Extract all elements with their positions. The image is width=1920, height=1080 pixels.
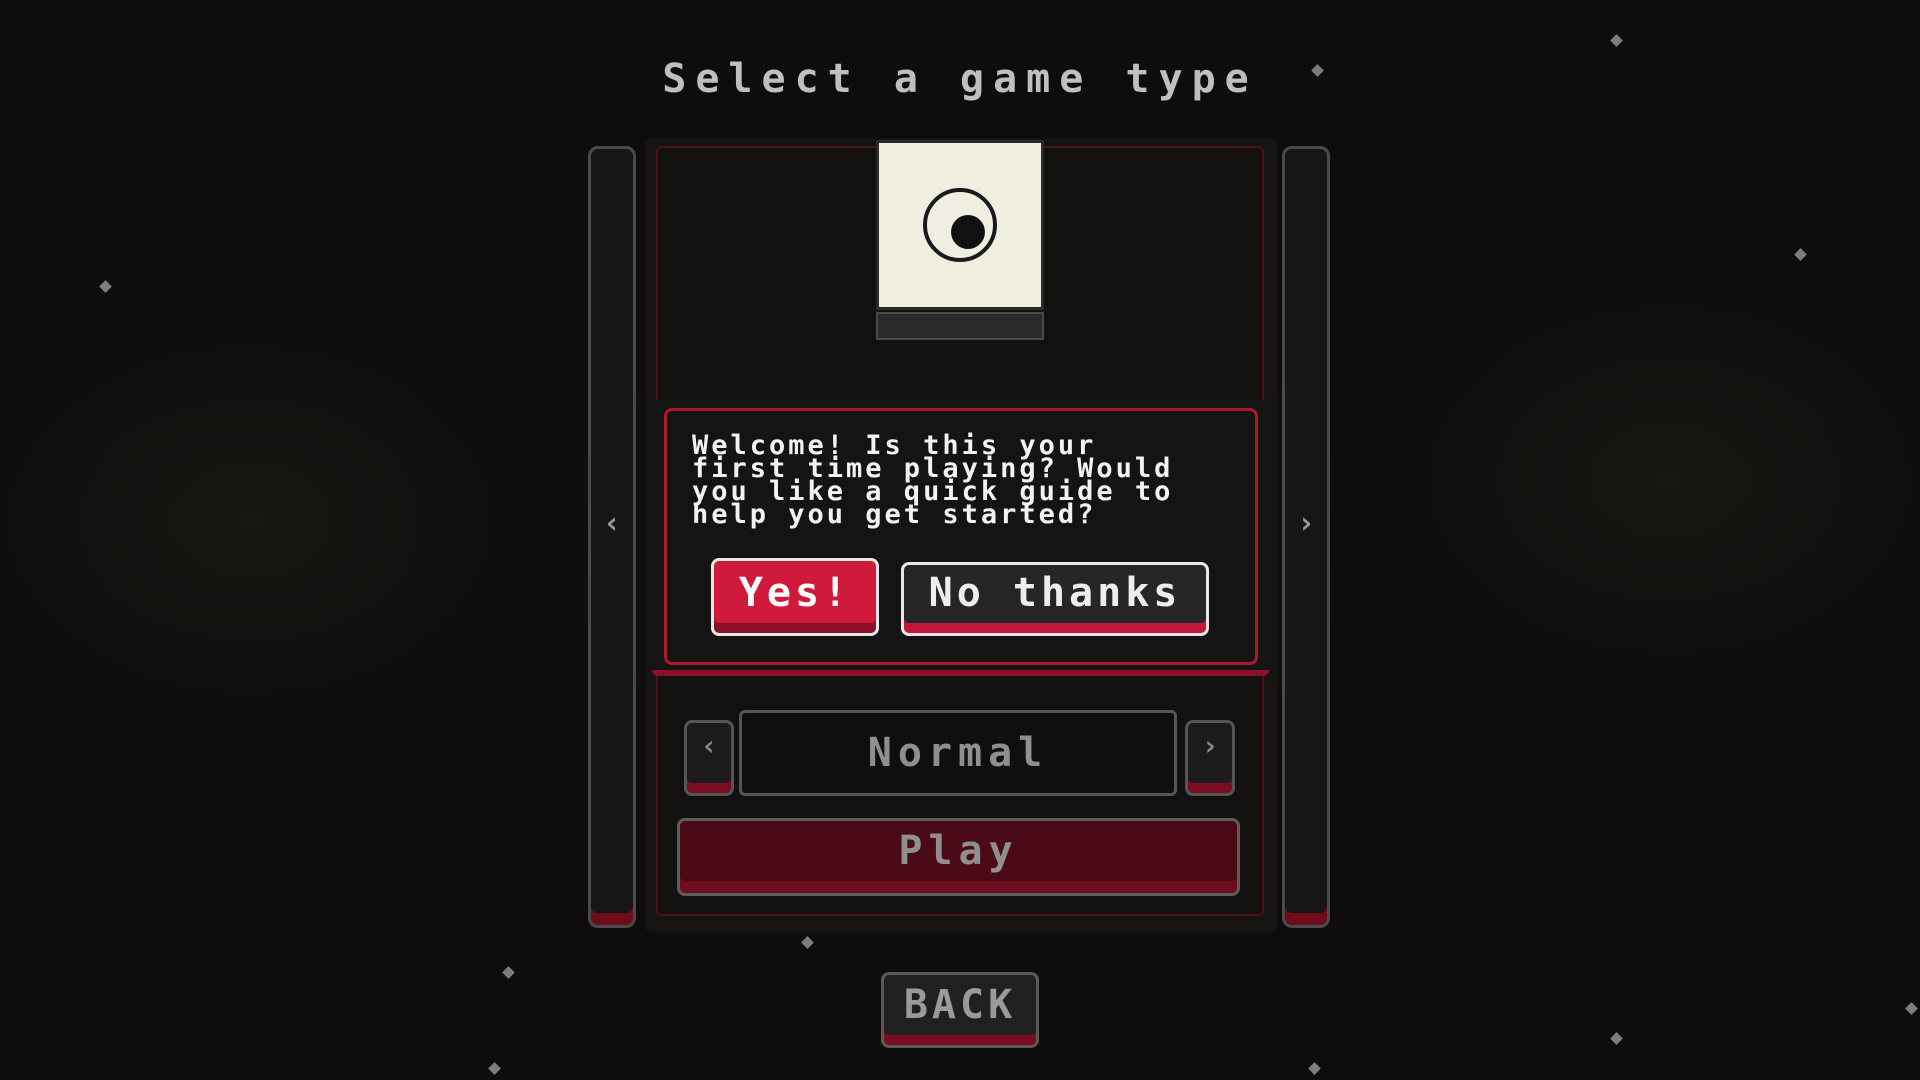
carousel-right-rail[interactable]: › <box>1282 146 1330 928</box>
card-base <box>876 312 1044 340</box>
eye-icon <box>923 188 997 262</box>
background-star <box>502 966 515 979</box>
background-star <box>1905 1002 1918 1015</box>
no-thanks-button[interactable]: No thanks <box>901 562 1209 636</box>
carousel-left-rail[interactable]: ‹ <box>588 146 636 928</box>
mode-prev-button[interactable]: ‹ <box>684 720 734 796</box>
chevron-right-icon[interactable]: › <box>1282 506 1330 541</box>
background-star <box>1610 1032 1623 1045</box>
mode-value: Normal <box>739 710 1177 796</box>
background-star <box>488 1062 501 1075</box>
chevron-left-icon[interactable]: ‹ <box>588 506 636 541</box>
welcome-message: Welcome! Is this your first time playing… <box>692 430 1174 530</box>
background-star <box>801 936 814 949</box>
yes-button[interactable]: Yes! <box>711 558 879 636</box>
background-star <box>1610 34 1623 47</box>
back-button[interactable]: BACK <box>881 972 1039 1048</box>
background-star <box>99 280 112 293</box>
background-star <box>1794 248 1807 261</box>
page-title: Select a game type <box>662 56 1258 102</box>
mode-next-button[interactable]: › <box>1185 720 1235 796</box>
game-screen: Select a game type ‹ › Welcome! Is this … <box>0 0 1920 1080</box>
play-button[interactable]: Play <box>677 818 1240 896</box>
background-star <box>1308 1062 1321 1075</box>
